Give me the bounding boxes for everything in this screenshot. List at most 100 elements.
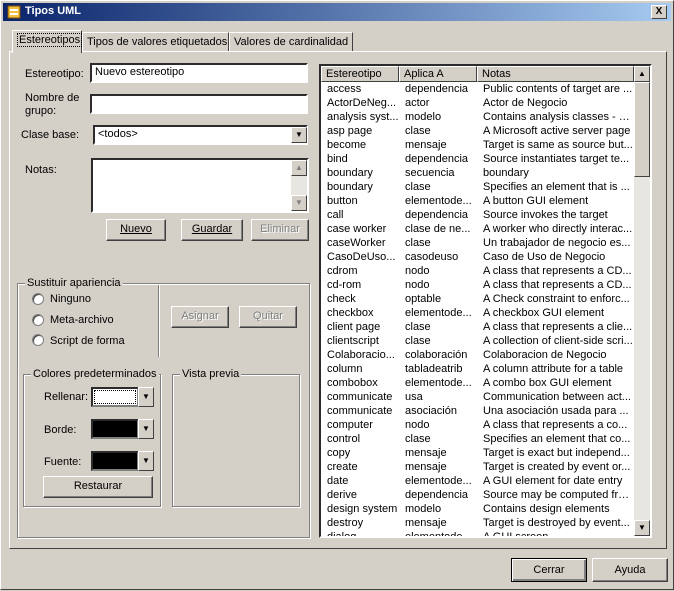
table-row[interactable]: boundary clase Specifies an element that i… [321,180,634,194]
radio-ninguno[interactable] [32,293,44,305]
stereotype-list[interactable]: Estereotipo Aplica A Notas access depende… [319,64,652,538]
table-row[interactable]: button elementode... A button GUI element [321,194,634,208]
table-row[interactable]: control clase Specifies an element that co… [321,432,634,446]
table-row[interactable]: clientscript clase A collection of client-… [321,334,634,348]
cell-notes: Un trabajador de negocio es... [483,237,631,249]
column-header-aplica-a[interactable]: Aplica A [399,66,477,82]
scroll-up-icon[interactable]: ▲ [634,66,650,82]
scroll-up-icon[interactable]: ▲ [291,160,307,176]
cell-stereotype: derive [327,489,357,501]
radio-script-de-forma[interactable] [32,334,44,346]
table-row[interactable]: caseWorker clase Un trabajador de negocio … [321,236,634,250]
cell-applies-to: usa [405,391,423,403]
table-row[interactable]: case worker clase de ne... A worker who di… [321,222,634,236]
cell-notes: A GUI screen [483,531,549,538]
table-row[interactable]: communicate usa Communication between act.… [321,390,634,404]
table-row[interactable]: computer nodo A class that represents a co… [321,418,634,432]
cell-stereotype: communicate [327,391,393,403]
notes-scrollbar[interactable]: ▲ ▼ [291,160,307,211]
help-button[interactable]: Ayuda [592,558,668,582]
cell-notes: Source may be computed fro... [483,489,633,501]
table-row[interactable]: cd-rom nodo A class that represents a CD..… [321,278,634,292]
cell-notes: boundary [483,167,529,179]
table-row[interactable]: analysis syst... modelo Contains analysis … [321,110,634,124]
cell-notes: A Microsoft active server page [483,125,631,137]
scroll-down-icon[interactable]: ▼ [634,520,650,536]
table-row[interactable]: call dependencia Source invokes the target [321,208,634,222]
restore-button[interactable]: Restaurar [43,476,153,498]
border-color-dropdown-button[interactable]: ▼ [138,419,154,439]
column-header-estereotipo[interactable]: Estereotipo [321,66,399,82]
assign-button[interactable]: Asignar [171,306,229,328]
table-row[interactable]: create mensaje Target is created by event … [321,460,634,474]
cell-notes: A class that represents a CD... [483,265,632,277]
cell-notes: Specifies an element that co... [483,433,631,445]
table-row[interactable]: client page clase A class that represents … [321,320,634,334]
table-row[interactable]: ActorDeNeg... actor Actor de Negocio [321,96,634,110]
radio-meta-archivo[interactable] [32,314,44,326]
table-row[interactable]: destroy mensaje Target is destroyed by eve… [321,516,634,530]
column-header-notas[interactable]: Notas [477,66,634,82]
table-row[interactable]: access dependencia Public contents of targ… [321,82,634,96]
table-row[interactable]: asp page clase A Microsoft active server p… [321,124,634,138]
fill-color-dropdown-button[interactable]: ▼ [138,387,154,407]
table-row[interactable]: combobox elementode... A combo box GUI ele… [321,376,634,390]
cell-notes: A class that represents a CD... [483,279,632,291]
table-row[interactable]: boundary secuencia boundary [321,166,634,180]
cell-stereotype: case worker [327,223,387,235]
font-color-swatch[interactable] [91,451,139,471]
cell-notes: A Check constraint to enforc... [483,293,630,305]
chevron-down-icon: ▼ [295,130,303,139]
cell-stereotype: check [327,293,356,305]
save-button[interactable]: Guardar [181,219,243,241]
table-row[interactable]: column tabladeatrib A column attribute for… [321,362,634,376]
cell-notes: Contains analysis classes - e... [483,111,633,123]
border-label: Borde: [44,424,77,436]
default-colors-title: Colores predeterminados [31,368,159,380]
table-row[interactable]: checkbox elementode... A checkbox GUI elem… [321,306,634,320]
cell-applies-to: modelo [405,111,442,123]
close-button[interactable]: Cerrar [511,558,587,582]
table-row[interactable]: become mensaje Target is same as source bu… [321,138,634,152]
scroll-down-icon[interactable]: ▼ [291,195,307,211]
cell-notes: Target is destroyed by event... [483,517,630,529]
table-row[interactable]: copy mensaje Target is exact but independ.… [321,446,634,460]
table-row[interactable]: cdrom nodo A class that represents a CD... [321,264,634,278]
table-row[interactable]: bind dependencia Source instantiates targe… [321,152,634,166]
table-row[interactable]: CasoDeUso... casodeuso Caso de Uso de Nego… [321,250,634,264]
stereotype-input[interactable]: Nuevo estereotipo [90,63,308,83]
cell-stereotype: destroy [327,517,364,529]
cell-stereotype: checkbox [327,307,374,319]
cell-notes: A checkbox GUI element [483,307,605,319]
table-row[interactable]: check optable A Check constraint to enforc… [321,292,634,306]
new-button[interactable]: Nuevo [106,219,166,241]
table-row[interactable]: design system modelo Contains design eleme… [321,502,634,516]
base-class-select[interactable]: <todos> [93,125,308,145]
font-color-label: Fuente: [44,456,82,468]
base-class-dropdown-button[interactable]: ▼ [291,127,307,143]
list-scrollbar[interactable]: ▲ ▼ [634,66,650,536]
table-row[interactable]: derive dependencia Source may be computed … [321,488,634,502]
fill-label: Rellenar: [44,391,89,403]
group-label-line2: grupo: [25,105,57,117]
cell-stereotype: copy [327,447,351,459]
table-row[interactable]: date elementode... A GUI element for date … [321,474,634,488]
cell-stereotype: design system [327,503,398,515]
table-row[interactable]: communicate asociación Una asociación usad… [321,404,634,418]
font-color-dropdown-button[interactable]: ▼ [138,451,154,471]
group-name-input[interactable] [90,94,308,114]
cell-applies-to: dependencia [405,153,469,165]
save-button-label: Guardar [191,223,233,235]
cell-notes: Target is same as source but... [483,139,633,151]
scroll-thumb[interactable] [634,82,650,177]
cell-applies-to: dependencia [405,83,469,95]
delete-button[interactable]: Eliminar [251,219,309,241]
border-color-swatch[interactable] [91,419,139,439]
cell-stereotype: computer [327,419,373,431]
notes-textarea[interactable] [91,158,309,213]
remove-button[interactable]: Quitar [239,306,297,328]
table-row[interactable]: dialog elementode... A GUI screen [321,530,634,538]
cell-applies-to: asociación [405,405,457,417]
fill-color-swatch[interactable] [91,387,139,407]
table-row[interactable]: Colaboracio... colaboración Colaboracion d… [321,348,634,362]
